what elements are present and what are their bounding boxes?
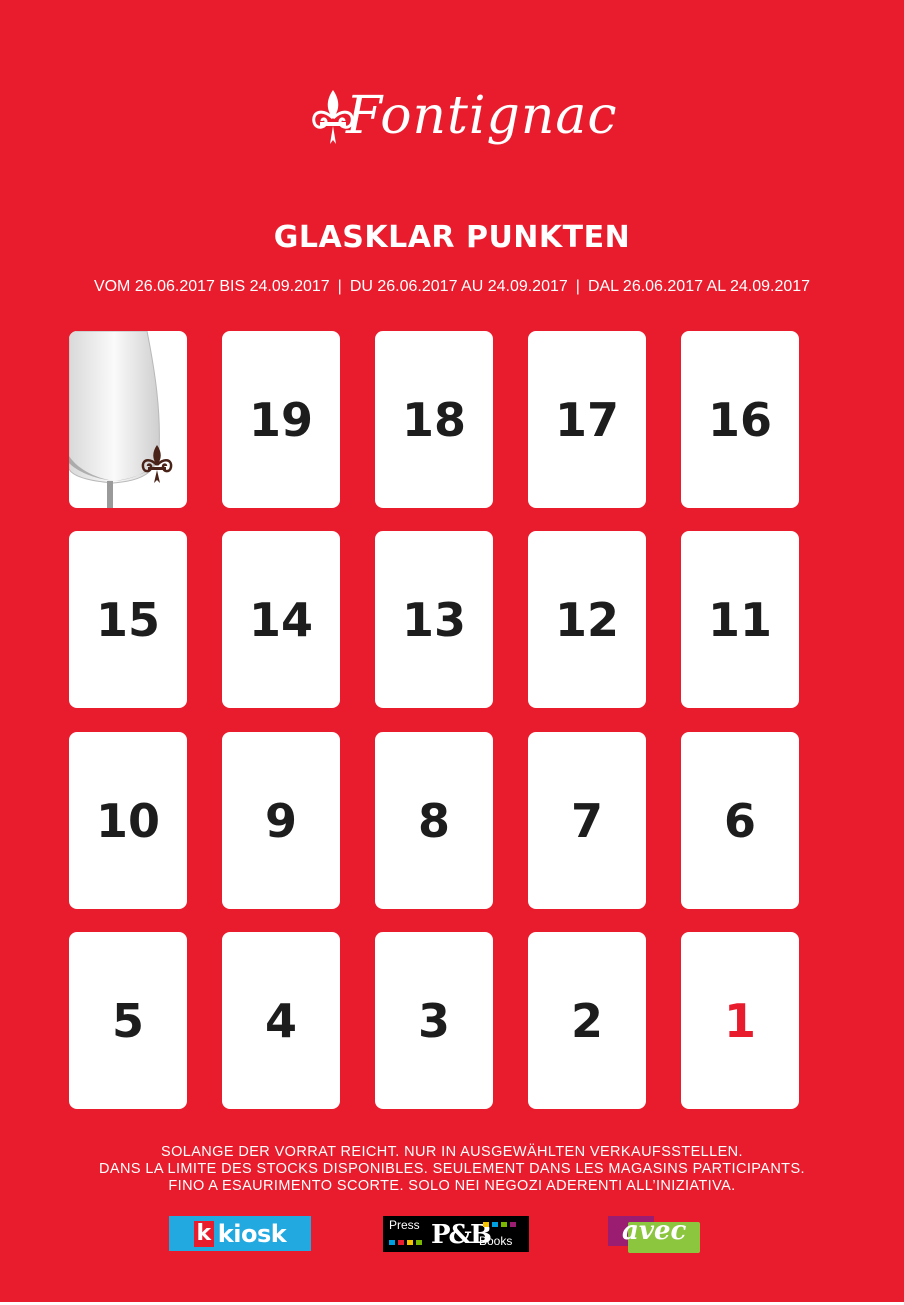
stamp-tile-16: 16 [681, 331, 799, 508]
loyalty-card: Fontignac GLASKLAR PUNKTEN VOM 26.06.201… [0, 0, 904, 1302]
stamp-tile-12: 12 [528, 531, 646, 708]
date-range-it: DAL 26.06.2017 AL 24.09.2017 [587, 278, 811, 295]
stamp-tile-1: 1 [681, 932, 799, 1109]
stamp-tile-5: 5 [69, 932, 187, 1109]
validity-dates: VOM 26.06.2017 BIS 24.09.2017 | DU 26.06.2… [0, 278, 904, 296]
stamp-tile-17: 17 [528, 331, 646, 508]
stamp-tile-14: 14 [222, 531, 340, 708]
brand-name: Fontignac [346, 86, 618, 146]
page-title: GLASKLAR PUNKTEN [273, 220, 631, 255]
stamp-tile-4: 4 [222, 932, 340, 1109]
stamp-tile-3: 3 [375, 932, 493, 1109]
stamp-tile-6: 6 [681, 732, 799, 909]
avec-logo: avec [608, 1216, 700, 1253]
stamp-tile-9: 9 [222, 732, 340, 909]
separator: | [337, 278, 342, 295]
stamp-tile-2: 2 [528, 932, 646, 1109]
disclaimer-de: SOLANGE DER VORRAT REICHT. NUR IN AUSGEW… [161, 1144, 743, 1160]
press-books-logo: Press P&B Books [383, 1216, 529, 1252]
date-range-fr: DU 26.06.2017 AU 24.09.2017 [349, 278, 568, 295]
stamp-tile-7: 7 [528, 732, 646, 909]
glass-image-tile [69, 331, 187, 508]
press-label: Press [389, 1218, 420, 1232]
books-label: Books [479, 1234, 513, 1248]
kiosk-name: kiosk [217, 1219, 287, 1248]
stamp-tile-13: 13 [375, 531, 493, 708]
disclaimer-it: FINO A ESAURIMENTO SCORTE. SOLO NEI NEGO… [168, 1178, 736, 1194]
footer-disclaimer: SOLANGE DER VORRAT REICHT. NUR IN AUSGEW… [0, 1144, 904, 1195]
kiosk-logo: k kiosk [169, 1216, 311, 1251]
wine-glass-image [69, 331, 173, 508]
kiosk-mark: k [193, 1220, 214, 1247]
fontignac-logo: Fontignac [300, 72, 616, 172]
stamp-tile-10: 10 [69, 732, 187, 909]
stamp-tile-19: 19 [222, 331, 340, 508]
stamp-tile-8: 8 [375, 732, 493, 909]
stamp-tile-15: 15 [69, 531, 187, 708]
avec-name: avec [622, 1216, 687, 1246]
stamp-tile-18: 18 [375, 331, 493, 508]
date-range-de: VOM 26.06.2017 BIS 24.09.2017 [93, 278, 330, 295]
disclaimer-fr: DANS LA LIMITE DES STOCKS DISPONIBLES. S… [99, 1161, 805, 1177]
separator: | [575, 278, 580, 295]
stamp-tile-11: 11 [681, 531, 799, 708]
